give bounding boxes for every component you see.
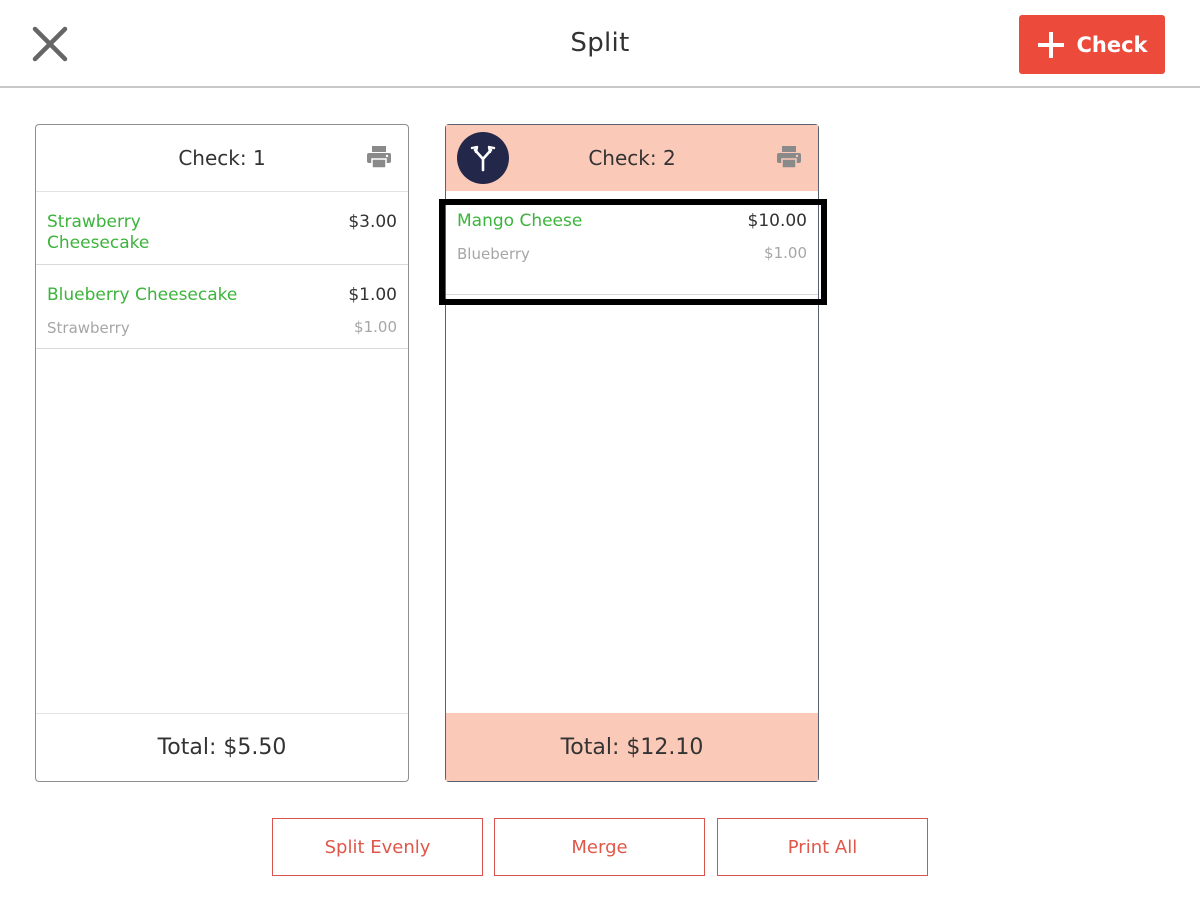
list-item[interactable]: Mango Cheese $10.00 Blueberry $1.00 [446,191,818,295]
check-title: Check: 1 [178,146,266,170]
list-item[interactable]: Strawberry Cheesecake $3.00 [36,192,408,265]
selected-item-wrapper: Mango Cheese $10.00 Blueberry $1.00 [439,191,827,305]
item-modifier: Strawberry $1.00 [47,318,397,338]
printer-icon[interactable] [366,145,392,169]
item-price: $10.00 [747,211,807,231]
add-check-label: Check [1076,32,1148,57]
print-all-button[interactable]: Print All [717,818,928,876]
plus-icon [1038,31,1065,58]
check-total: Total: $5.50 [157,735,287,760]
item-modifier: Blueberry $1.00 [457,244,807,264]
check-total: Total: $12.10 [560,734,704,760]
merge-button[interactable]: Merge [494,818,705,876]
item-price: $1.00 [348,285,397,305]
item-name: Mango Cheese [457,211,583,231]
modifier-name: Blueberry [457,245,530,263]
check-header: Check: 2 [446,125,818,191]
split-evenly-button[interactable]: Split Evenly [272,818,483,876]
check-footer: Total: $5.50 [36,713,408,781]
item-name: Strawberry Cheesecake [47,212,150,253]
add-check-button[interactable]: Check [1019,15,1165,74]
modifier-price: $1.00 [764,244,807,262]
check-header: Check: 1 [36,125,408,192]
item-name: Blueberry Cheesecake [47,285,238,305]
split-arrows-icon[interactable] [457,132,509,184]
check-card-1[interactable]: Check: 1 Strawberry Cheesecake $3.00 Blu… [35,124,409,782]
printer-icon[interactable] [776,145,802,169]
top-bar: Split Check [0,0,1200,88]
item-price: $3.00 [348,212,397,232]
check-footer: Total: $12.10 [446,713,818,781]
modifier-price: $1.00 [354,318,397,336]
list-item[interactable]: Blueberry Cheesecake $1.00 Strawberry $1… [36,265,408,349]
check-card-2[interactable]: Check: 2 Mango Cheese $10.00 Blueberry $… [439,124,827,782]
check-title: Check: 2 [588,146,676,170]
modifier-name: Strawberry [47,319,130,337]
